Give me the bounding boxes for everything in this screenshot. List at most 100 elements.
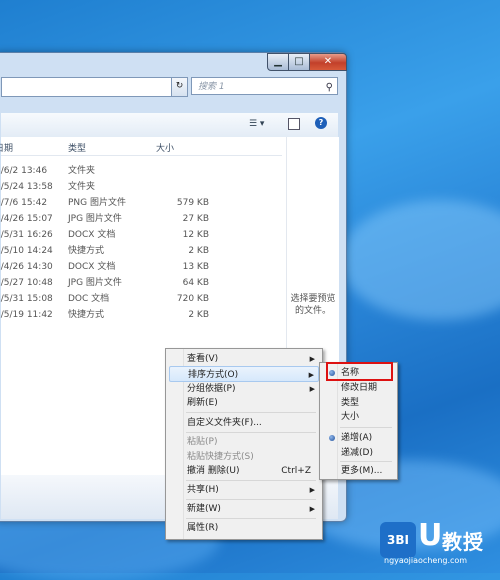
file-date: 1/5/19 11:42 xyxy=(0,310,53,320)
table-row[interactable]: 1/5/31 15:08 DOC 文档 720 KB xyxy=(0,291,282,307)
chevron-right-icon: ▶ xyxy=(309,355,315,363)
menu-item-label: 粘贴(P) xyxy=(187,437,218,447)
menu-item-label: 更多(M)... xyxy=(341,466,383,476)
watermark-url: ngyaojiaocheng.com xyxy=(384,556,468,565)
menu-item-label: 查看(V) xyxy=(187,354,219,364)
minimize-button[interactable]: ▁ xyxy=(267,53,289,71)
menu-item-label: 修改日期 xyxy=(341,383,378,393)
desktop-swirl xyxy=(340,200,500,320)
menu-item-view[interactable]: 查看(V) ▶ xyxy=(169,351,319,367)
search-placeholder: 搜索 1 xyxy=(198,82,225,92)
chevron-right-icon: ▶ xyxy=(309,486,315,494)
file-date: 1/5/10 14:24 xyxy=(0,246,53,256)
file-type: 快捷方式 xyxy=(68,246,105,256)
watermark-text: 教授 xyxy=(442,530,484,554)
menu-item-refresh[interactable]: 刷新(E) xyxy=(169,395,319,411)
menu-item-undo-delete[interactable]: 撤消 删除(U) Ctrl+Z xyxy=(169,463,319,479)
menu-separator xyxy=(186,432,316,433)
search-icon[interactable]: ⚲ xyxy=(326,79,333,97)
menu-separator xyxy=(186,480,316,481)
file-type: JPG 图片文件 xyxy=(68,214,122,224)
file-date: 1/4/26 14:30 xyxy=(0,262,53,272)
watermark-u: U xyxy=(418,518,443,553)
file-type: PNG 图片文件 xyxy=(68,198,126,208)
menu-item-shortcut: Ctrl+Z xyxy=(281,466,311,476)
menu-item-label: 撤消 删除(U) xyxy=(187,466,240,476)
close-button[interactable]: ✕ xyxy=(309,53,347,71)
menu-item-customize-folder[interactable]: 自定义文件夹(F)... xyxy=(169,415,319,431)
menu-item-label: 自定义文件夹(F)... xyxy=(187,418,262,428)
file-size: 12 KB xyxy=(182,230,209,240)
radio-selected-icon xyxy=(329,435,335,441)
file-date: 1/5/24 13:58 xyxy=(0,182,53,192)
file-type: 文件夹 xyxy=(68,182,96,192)
file-size: 27 KB xyxy=(182,214,209,224)
file-size: 64 KB xyxy=(182,278,209,288)
header-divider xyxy=(1,155,282,156)
sort-item-size[interactable]: 大小 xyxy=(323,409,395,425)
menu-item-share[interactable]: 共享(H) ▶ xyxy=(169,482,319,498)
menu-item-properties[interactable]: 属性(R) xyxy=(169,520,319,536)
file-size: 2 KB xyxy=(188,246,209,256)
change-view-icon[interactable]: ☰ ▾ xyxy=(249,119,264,129)
watermark-logo: 3BI U 教授 ngyaojiaocheng.com xyxy=(380,516,498,568)
search-input[interactable]: 搜索 1 ⚲ xyxy=(191,77,338,95)
menu-separator xyxy=(186,412,316,413)
column-header-date[interactable]: 日期 xyxy=(0,141,13,154)
preview-line: 选择要预览 xyxy=(290,294,336,304)
menu-item-label: 递增(A) xyxy=(341,433,373,443)
file-type: DOCX 文档 xyxy=(68,262,116,272)
address-bar[interactable]: ▾ xyxy=(1,77,183,97)
file-type: 快捷方式 xyxy=(68,310,105,320)
file-date: 1/4/26 15:07 xyxy=(0,214,53,224)
annotation-highlight-box xyxy=(326,362,393,381)
menu-separator xyxy=(340,461,392,462)
menu-separator xyxy=(186,518,316,519)
menu-item-sort-by[interactable]: 排序方式(O) ▶ xyxy=(169,366,319,382)
table-row[interactable]: 1/5/27 10:48 JPG 图片文件 64 KB xyxy=(0,275,282,291)
preview-line: 的文件。 xyxy=(294,306,331,316)
menu-item-label: 共享(H) xyxy=(187,485,219,495)
sort-item-ascending[interactable]: 递增(A) xyxy=(323,430,395,446)
context-menu: 查看(V) ▶ 排序方式(O) ▶ 分组依据(P) ▶ 刷新(E) 自定义文件夹… xyxy=(165,348,323,540)
preview-pane-icon[interactable] xyxy=(288,118,300,130)
table-row[interactable]: 1/4/26 15:07 JPG 图片文件 27 KB xyxy=(0,211,282,227)
menu-item-label: 新建(W) xyxy=(187,504,221,514)
menu-separator xyxy=(186,499,316,500)
menu-item-label: 属性(R) xyxy=(187,523,219,533)
table-row[interactable]: 1/5/19 11:42 快捷方式 2 KB xyxy=(0,307,282,323)
file-size: 2 KB xyxy=(188,310,209,320)
file-type: DOCX 文档 xyxy=(68,230,116,240)
table-row[interactable]: 1/5/10 14:24 快捷方式 2 KB xyxy=(0,243,282,259)
file-size: 720 KB xyxy=(176,294,209,304)
file-size: 579 KB xyxy=(176,198,209,208)
table-row[interactable]: 1/5/31 16:26 DOCX 文档 12 KB xyxy=(0,227,282,243)
sort-item-date-modified[interactable]: 修改日期 xyxy=(323,380,395,396)
preview-message: 选择要预览 的文件。 xyxy=(287,293,339,317)
column-header-size[interactable]: 大小 xyxy=(156,141,174,154)
file-size: 13 KB xyxy=(182,262,209,272)
menu-item-new[interactable]: 新建(W) ▶ xyxy=(169,501,319,517)
table-row[interactable]: 1/4/26 14:30 DOCX 文档 13 KB xyxy=(0,259,282,275)
table-row[interactable]: 1/6/2 13:46 文件夹 xyxy=(0,163,282,179)
table-row[interactable]: 0/7/6 15:42 PNG 图片文件 579 KB xyxy=(0,195,282,211)
maximize-button[interactable]: □ xyxy=(288,53,310,71)
file-date: 0/7/6 15:42 xyxy=(0,198,48,208)
file-date: 1/5/31 15:08 xyxy=(0,294,53,304)
file-date: 1/5/27 10:48 xyxy=(0,278,53,288)
file-date: 1/5/31 16:26 xyxy=(0,230,53,240)
file-type: 文件夹 xyxy=(68,166,96,176)
column-header-type[interactable]: 类型 xyxy=(68,141,86,154)
file-date: 1/6/2 13:46 xyxy=(0,166,48,176)
chevron-right-icon: ▶ xyxy=(309,505,315,513)
menu-item-label: 大小 xyxy=(341,412,360,422)
refresh-icon[interactable]: ↻ xyxy=(171,77,188,97)
sort-item-descending[interactable]: 递减(D) xyxy=(323,445,395,461)
file-type: DOC 文档 xyxy=(68,294,110,304)
sort-item-more[interactable]: 更多(M)... xyxy=(323,463,395,479)
file-type: JPG 图片文件 xyxy=(68,278,122,288)
table-row[interactable]: 1/5/24 13:58 文件夹 xyxy=(0,179,282,195)
command-bar: ☰ ▾ ? xyxy=(1,113,338,138)
help-icon[interactable]: ? xyxy=(315,117,327,129)
menu-item-label: 刷新(E) xyxy=(187,398,218,408)
